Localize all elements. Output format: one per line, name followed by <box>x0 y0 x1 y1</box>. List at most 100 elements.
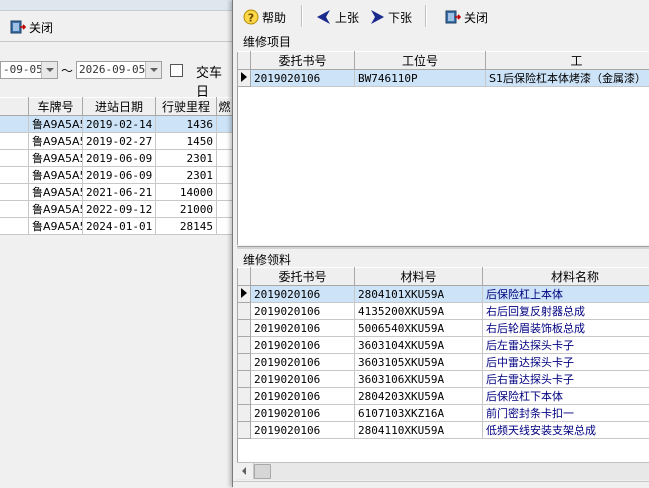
cell-material-no: 2804101XKU59A <box>355 286 483 303</box>
cell-material-no: 2804203XKU59A <box>355 388 483 405</box>
col-header-mileage[interactable]: 行驶里程 <box>156 98 217 116</box>
row-indicator <box>238 422 251 439</box>
cell-mileage: 2301 <box>156 167 217 184</box>
left-title-strip <box>0 0 232 11</box>
close-window-icon <box>445 9 461 25</box>
cell-material-name: 后中雷达探头卡子 <box>483 354 649 371</box>
table-row[interactable]: 鲁A9A5A52019-02-141436 <box>0 116 233 133</box>
col-header-item[interactable]: 工 <box>486 52 649 70</box>
scroll-thumb[interactable] <box>254 464 271 479</box>
cell-material-name: 后保险杠下本体 <box>483 388 649 405</box>
cell-material-no: 2804110XKU59A <box>355 422 483 439</box>
scroll-left-button[interactable] <box>237 463 254 479</box>
row-indicator <box>238 70 251 87</box>
cell-material-no: 5006540XKU59A <box>355 320 483 337</box>
table-row[interactable]: 20190201062804110XKU59A低频天线安装支架总成 <box>238 422 649 439</box>
left-close-button[interactable]: 关闭 <box>7 17 56 37</box>
table-row[interactable]: 20190201065006540XKU59A右后轮眉装饰板总成 <box>238 320 649 337</box>
cell-date: 2019-06-09 <box>83 167 156 184</box>
table-row[interactable]: 鲁A9A5A52019-06-092301 <box>0 167 233 184</box>
col-header-station[interactable]: 工位号 <box>355 52 486 70</box>
table-row[interactable]: 2019020106 BW746110P S1后保险杠本体烤漆（金属漆） <box>238 70 649 87</box>
row-indicator <box>238 388 251 405</box>
table-row[interactable]: 20190201063603105XKU59A后中雷达探头卡子 <box>238 354 649 371</box>
cell-material-name: 低频天线安装支架总成 <box>483 422 649 439</box>
deliver-date-label: 交车日 <box>196 62 232 100</box>
cell-material-no: 3603104XKU59A <box>355 337 483 354</box>
col-header-order[interactable]: 委托书号 <box>251 268 355 286</box>
cell-mileage: 2301 <box>156 150 217 167</box>
cell-plate: 鲁A9A5A5 <box>29 167 83 184</box>
help-button[interactable]: ? 帮助 <box>240 7 289 27</box>
table-row[interactable]: 鲁A9A5A52021-06-2114000 <box>0 184 233 201</box>
chevron-down-icon[interactable] <box>41 62 57 78</box>
repair-items-table: 委托书号 工位号 工 2019020106 BW746110P S1后保险杠本体… <box>237 51 649 87</box>
cell-order: 2019020106 <box>251 70 355 87</box>
left-toolbar-divider <box>0 41 232 42</box>
table-row[interactable]: 2019020106 2804101XKU59A 后保险杠上本体 <box>238 286 649 303</box>
cell-order: 2019020106 <box>251 337 355 354</box>
cell-material-name: 后右雷达探头卡子 <box>483 371 649 388</box>
cell-mileage: 28145 <box>156 218 217 235</box>
col-header-date[interactable]: 进站日期 <box>83 98 156 116</box>
table-row[interactable]: 20190201063603106XKU59A后右雷达探头卡子 <box>238 371 649 388</box>
chevron-down-icon[interactable] <box>145 62 161 78</box>
cell-order: 2019020106 <box>251 320 355 337</box>
date-to-value: 2026-09-05 <box>79 63 145 76</box>
cell-plate: 鲁A9A5A5 <box>29 184 83 201</box>
cell-plate: 鲁A9A5A5 <box>29 150 83 167</box>
repair-items-label: 维修项目 <box>243 33 291 50</box>
cell-material-no: 3603106XKU59A <box>355 371 483 388</box>
help-label: 帮助 <box>262 9 286 26</box>
cell-material-name: 右后回复反射器总成 <box>483 303 649 320</box>
repair-materials-header: 委托书号 材料号 材料名称 <box>238 268 649 286</box>
col-header-order[interactable]: 委托书号 <box>251 52 355 70</box>
row-pointer-icon <box>241 72 247 82</box>
repair-materials-table: 委托书号 材料号 材料名称 2019020106 2804101XKU59A 后… <box>237 267 649 439</box>
col-header-material-name[interactable]: 材料名称 <box>483 268 649 286</box>
cell-order: 2019020106 <box>251 354 355 371</box>
table-row[interactable]: 鲁A9A5A52019-06-092301 <box>0 150 233 167</box>
table-row[interactable]: 鲁A9A5A52022-09-1221000 <box>0 201 233 218</box>
row-indicator <box>238 320 251 337</box>
horizontal-scrollbar[interactable] <box>237 462 649 480</box>
cell-mileage: 14000 <box>156 184 217 201</box>
arrow-left-icon <box>316 9 332 25</box>
row-indicator-header <box>238 52 251 70</box>
cell-material-name: 后保险杠上本体 <box>483 286 649 303</box>
table-row[interactable]: 20190201064135200XKU59A右后回复反射器总成 <box>238 303 649 320</box>
prev-button[interactable]: 上张 <box>313 7 362 27</box>
col-header-cut[interactable]: 燃 <box>217 98 233 116</box>
table-row[interactable]: 20190201063603104XKU59A后左雷达探头卡子 <box>238 337 649 354</box>
date-range-tilde: ～ <box>61 62 73 79</box>
row-indicator <box>238 337 251 354</box>
close-window-icon <box>10 19 26 35</box>
cell-date: 2022-09-12 <box>83 201 156 218</box>
left-visit-table: 车牌号 进站日期 行驶里程 燃 鲁A9A5A52019-02-141436 鲁A… <box>0 97 233 235</box>
date-filter-checkbox[interactable] <box>170 64 183 77</box>
arrow-right-icon <box>369 9 385 25</box>
col-header-plate[interactable]: 车牌号 <box>29 98 83 116</box>
table-row[interactable]: 20190201066107103XKZ16A前门密封条卡扣一 <box>238 405 649 422</box>
next-label: 下张 <box>388 9 412 26</box>
cell-material-no: 4135200XKU59A <box>355 303 483 320</box>
col-header-material-no[interactable]: 材料号 <box>355 268 483 286</box>
row-pointer-icon <box>241 288 247 298</box>
next-button[interactable]: 下张 <box>366 7 415 27</box>
close-button[interactable]: 关闭 <box>442 7 491 27</box>
repair-items-header: 委托书号 工位号 工 <box>238 52 649 70</box>
left-window: 关闭 -09-05 ～ 2026-09-05 交车日 车牌号 进站日期 行驶里程… <box>0 0 232 487</box>
date-from-picker[interactable]: -09-05 <box>0 61 58 79</box>
cell-material-no: 3603105XKU59A <box>355 354 483 371</box>
table-row[interactable]: 鲁A9A5A52019-02-271450 <box>0 133 233 150</box>
cell-order: 2019020106 <box>251 371 355 388</box>
cell-order: 2019020106 <box>251 303 355 320</box>
date-to-picker[interactable]: 2026-09-05 <box>76 61 162 79</box>
cell-date: 2019-02-14 <box>83 116 156 133</box>
table-row[interactable]: 20190201062804203XKU59A后保险杠下本体 <box>238 388 649 405</box>
help-icon: ? <box>243 9 259 25</box>
cell-material-no: 6107103XKZ16A <box>355 405 483 422</box>
detail-window: ? 帮助 上张 下张 关闭 维修项目 委托书号 工位号 工 <box>232 0 649 487</box>
cell-date: 2019-06-09 <box>83 150 156 167</box>
table-row[interactable]: 鲁A9A5A52024-01-0128145 <box>0 218 233 235</box>
